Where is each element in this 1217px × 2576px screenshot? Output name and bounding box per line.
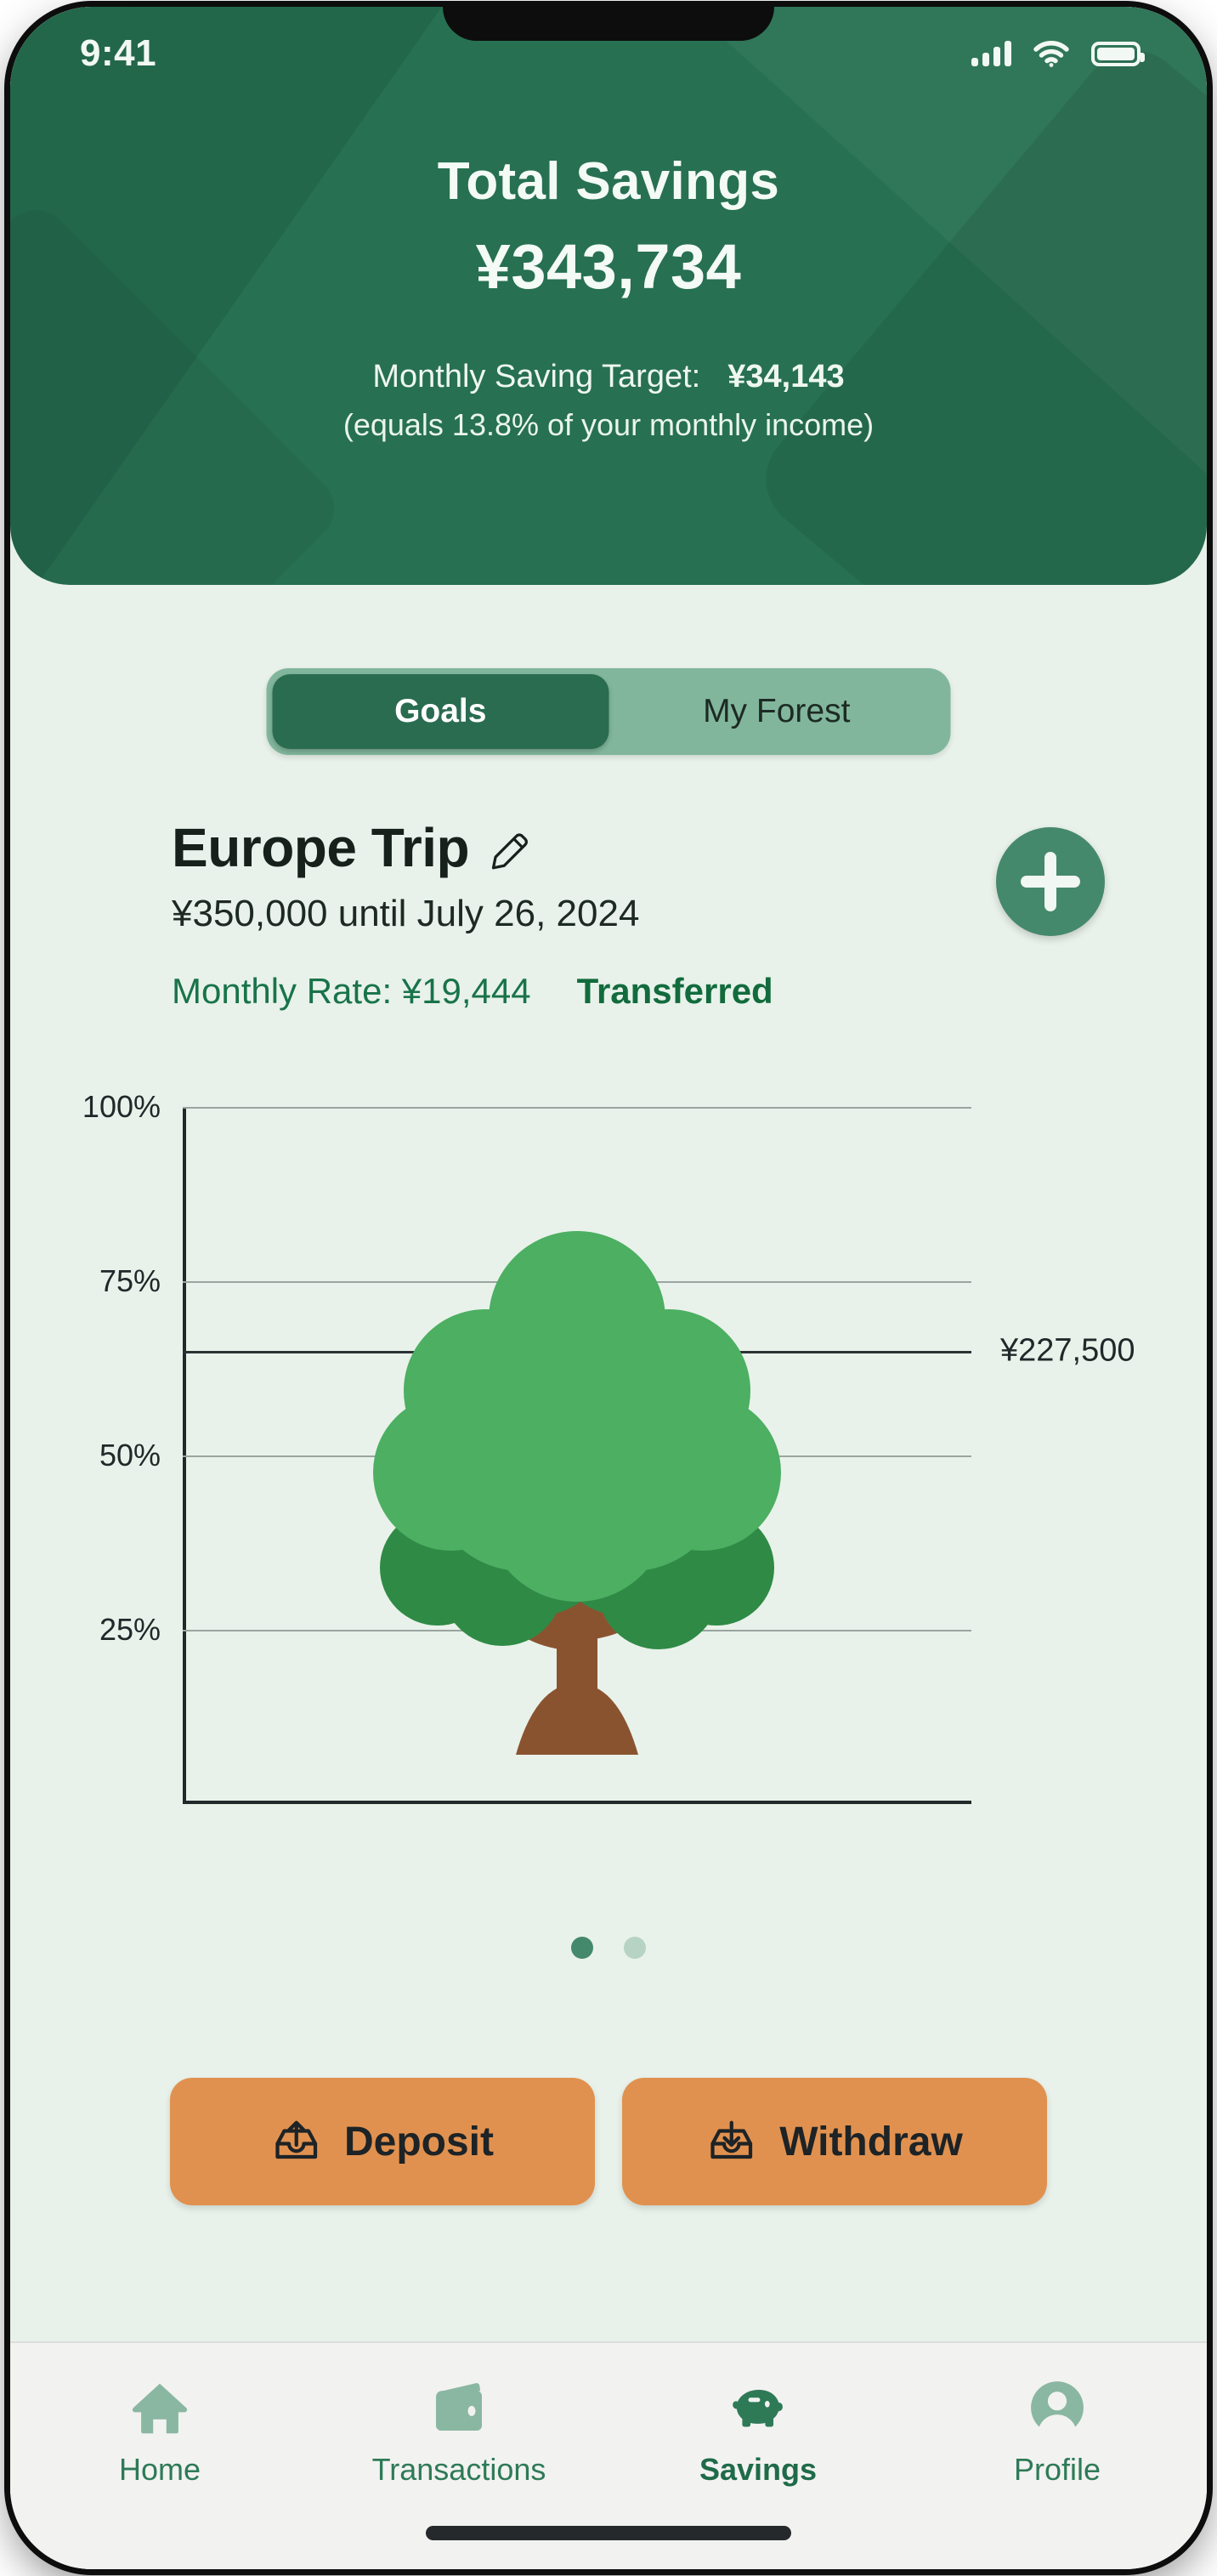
status-bar-icons [971,40,1145,67]
header-text-block: Total Savings ¥343,734 Monthly Saving Ta… [10,151,1207,443]
pagination-dot-1[interactable] [571,1937,593,1959]
goal-meta-row: Monthly Rate: ¥19,444 Transferred [10,971,1207,1012]
device-notch [443,7,774,41]
home-indicator[interactable] [426,2526,791,2540]
tree-icon [373,1231,781,1755]
wifi-icon [1033,41,1069,67]
piggy-bank-icon [733,2390,783,2427]
pencil-icon[interactable] [488,826,532,870]
chart-ytick-75: 75% [99,1263,161,1298]
chart-plot-area: 100% 75% 50% 25% ¥227,500 [82,1089,1135,1804]
goal-title: Europe Trip [172,817,470,878]
deposit-button[interactable]: Deposit [170,2078,595,2205]
nav-item-profile[interactable]: Profile [908,2377,1207,2488]
battery-icon [1091,41,1145,66]
monthly-target-row: Monthly Saving Target: ¥34,143 [10,359,1207,395]
pagination-dot-2[interactable] [624,1937,646,1959]
upload-tray-icon [275,2120,318,2159]
nav-label-transactions: Transactions [371,2452,546,2487]
monthly-target-value: ¥34,143 [727,359,845,394]
phone-frame: 9:41 Total Savings ¥343,734 Monthly Savi… [10,7,1207,2569]
home-icon [132,2383,188,2434]
chart-ytick-100: 100% [82,1089,161,1124]
goal-monthly-rate: Monthly Rate: ¥19,444 [172,971,531,1011]
nav-item-home[interactable]: Home [10,2377,309,2488]
goal-status-badge: Transferred [576,971,773,1011]
wallet-icon [436,2383,482,2431]
nav-item-savings[interactable]: Savings [608,2377,908,2488]
goal-pagination-dots[interactable] [571,1937,646,1959]
person-icon [1031,2381,1084,2435]
add-goal-button[interactable] [996,827,1105,936]
deposit-button-label: Deposit [343,2119,494,2165]
goal-action-buttons: Deposit Withdraw [10,2078,1207,2205]
chart-gridline-100 [183,1107,971,1109]
nav-label-savings: Savings [699,2452,818,2487]
nav-item-transactions[interactable]: Transactions [309,2377,608,2488]
total-savings-amount: ¥343,734 [475,231,742,302]
phone-screen: 9:41 Total Savings ¥343,734 Monthly Savi… [10,7,1207,2569]
nav-label-profile: Profile [1013,2452,1101,2487]
download-tray-icon [710,2120,753,2159]
monthly-target-note: (equals 13.8% of your monthly income) [342,407,875,442]
nav-label-home: Home [118,2452,201,2487]
status-bar-clock: 9:41 [80,32,157,74]
chart-current-value-label: ¥227,500 [1000,1332,1135,1369]
tab-goals[interactable]: Goals [272,674,608,749]
monthly-target-label: Monthly Saving Target: [372,359,701,394]
total-savings-label: Total Savings [437,152,780,211]
savings-progress-chart: 100% 75% 50% 25% ¥227,500 [10,1085,1207,1841]
withdraw-button[interactable]: Withdraw [622,2078,1047,2205]
withdraw-button-label: Withdraw [779,2119,963,2165]
savings-header: 9:41 Total Savings ¥343,734 Monthly Savi… [10,7,1207,585]
signal-bars-icon [971,41,1011,66]
view-segmented-control[interactable]: Goals My Forest [266,668,951,755]
chart-ytick-50: 50% [99,1438,161,1472]
tab-my-forest[interactable]: My Forest [608,674,945,749]
chart-ytick-25: 25% [99,1612,161,1647]
